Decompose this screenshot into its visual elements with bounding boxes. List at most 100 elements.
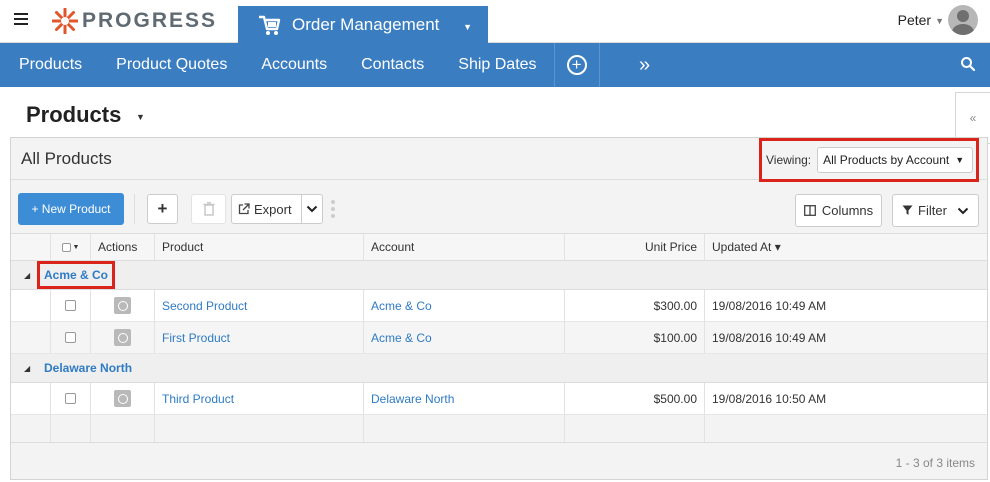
products-panel: All Products Viewing: All Products by Ac… — [10, 137, 988, 480]
row-actions[interactable] — [91, 290, 155, 321]
view-select[interactable]: All Products by Account ▼ — [817, 147, 974, 173]
row-spacer — [11, 383, 51, 414]
export-label: Export — [254, 201, 292, 217]
row-spacer — [11, 290, 51, 321]
unit-price-cell: $300.00 — [565, 290, 705, 321]
progress-star-icon — [52, 8, 78, 34]
nav-item-products[interactable]: Products — [0, 43, 99, 87]
column-header-product[interactable]: Product — [155, 234, 364, 260]
table-row[interactable]: Second Product Acme & Co $300.00 19/08/2… — [11, 290, 987, 322]
row-select[interactable] — [51, 290, 91, 321]
toolbar-divider — [134, 194, 135, 224]
new-product-button[interactable]: + New Product — [18, 193, 124, 225]
row-spacer — [364, 415, 565, 442]
account-link[interactable]: Acme & Co — [364, 290, 565, 321]
columns-icon — [803, 205, 816, 216]
items-count: 1 - 3 of 3 items — [895, 456, 975, 470]
nav-item-accounts[interactable]: Accounts — [244, 43, 344, 87]
row-spacer — [155, 415, 364, 442]
chevron-down-icon[interactable]: ▼ — [136, 112, 145, 122]
add-nav-button[interactable]: + — [555, 43, 599, 87]
column-header-unit-price[interactable]: Unit Price — [565, 234, 705, 260]
hamburger-menu-icon[interactable] — [14, 13, 28, 25]
chevron-down-icon[interactable]: ▼ — [73, 244, 80, 251]
select-all-header[interactable]: ▼ — [51, 234, 91, 260]
row-checkbox[interactable] — [65, 332, 76, 343]
select-all-checkbox[interactable] — [61, 242, 71, 252]
row-actions-icon[interactable] — [114, 390, 131, 407]
row-checkbox[interactable] — [65, 393, 76, 404]
group-highlight-box — [37, 261, 115, 289]
updated-at-cell: 19/08/2016 10:50 AM — [712, 391, 827, 406]
more-nav-icon[interactable]: » — [600, 54, 690, 77]
unit-price-cell: $500.00 — [565, 383, 705, 414]
viewing-selector-highlight: Viewing: All Products by Account ▼ — [759, 138, 979, 182]
column-header-actions: Actions — [91, 234, 155, 260]
plus-circle-icon: + — [566, 55, 587, 75]
row-actions-icon[interactable] — [114, 297, 131, 314]
row-spacer — [11, 322, 51, 353]
cart-icon — [259, 15, 281, 35]
product-link[interactable]: Third Product — [155, 383, 364, 414]
account-link[interactable]: Delaware North — [364, 383, 565, 414]
app-title: Order Management — [292, 14, 440, 34]
collapse-group-icon[interactable]: ◢ — [24, 364, 30, 373]
progress-logo: PROGRESS — [52, 8, 217, 34]
chevron-down-icon: ▼ — [955, 155, 965, 165]
account-link[interactable]: Acme & Co — [364, 322, 565, 353]
drag-handle-icon[interactable] — [331, 200, 335, 218]
chevron-down-icon[interactable] — [306, 205, 318, 213]
panel-header: All Products Viewing: All Products by Ac… — [11, 138, 987, 182]
export-button[interactable]: Export — [231, 194, 323, 224]
group-label[interactable]: Delaware North — [44, 361, 132, 375]
column-header-updated-at[interactable]: Updated At ▾ — [705, 234, 987, 260]
user-menu[interactable]: Peter ▼ — [898, 5, 978, 35]
viewing-label: Viewing: — [766, 153, 812, 167]
page-title[interactable]: Products — [26, 102, 121, 128]
grid-header: ▼ Actions Product Account Unit Price Upd… — [11, 233, 987, 261]
group-row[interactable]: ◢ Acme & Co — [11, 261, 987, 290]
main-nav: Products Product Quotes Accounts Contact… — [0, 43, 990, 87]
row-spacer — [11, 415, 51, 442]
top-bar: PROGRESS Order Management ▼ Peter ▼ — [0, 0, 990, 43]
product-link[interactable]: Second Product — [155, 290, 364, 321]
row-actions-icon[interactable] — [114, 329, 131, 346]
row-select[interactable] — [51, 383, 91, 414]
column-header-account[interactable]: Account — [364, 234, 565, 260]
row-spacer — [705, 415, 987, 442]
row-spacer — [51, 415, 91, 442]
columns-button[interactable]: Columns — [795, 194, 882, 227]
delete-button[interactable] — [191, 194, 226, 224]
new-product-label: + New Product — [31, 202, 111, 216]
table-row[interactable]: Third Product Delaware North $500.00 19/… — [11, 383, 987, 415]
expand-column-header — [11, 234, 51, 260]
row-select[interactable] — [51, 322, 91, 353]
app-switcher[interactable]: Order Management ▼ — [238, 6, 488, 43]
nav-item-contacts[interactable]: Contacts — [344, 43, 441, 87]
brand-name: PROGRESS — [82, 9, 218, 32]
plus-icon: + — [157, 199, 168, 218]
trash-icon — [203, 202, 214, 216]
product-link[interactable]: First Product — [155, 322, 364, 353]
row-actions[interactable] — [91, 322, 155, 353]
row-spacer — [91, 415, 155, 442]
view-title: All Products — [21, 149, 112, 168]
table-row[interactable]: First Product Acme & Co $100.00 19/08/20… — [11, 322, 987, 354]
split-divider — [301, 195, 302, 223]
search-icon[interactable] — [960, 56, 976, 72]
filter-button[interactable]: Filter — [892, 194, 979, 227]
row-checkbox[interactable] — [65, 300, 76, 311]
collapse-group-icon[interactable]: ◢ — [24, 271, 30, 280]
add-button[interactable]: + — [147, 194, 178, 224]
products-grid: ▼ Actions Product Account Unit Price Upd… — [11, 233, 987, 443]
filter-label: Filter — [918, 203, 947, 218]
group-row[interactable]: ◢ Delaware North — [11, 354, 987, 383]
avatar[interactable] — [948, 5, 978, 35]
updated-at-cell: 19/08/2016 10:49 AM — [712, 330, 827, 345]
chevron-down-icon: ▼ — [463, 22, 472, 32]
filter-icon — [902, 205, 913, 215]
row-actions[interactable] — [91, 383, 155, 414]
nav-item-ship-dates[interactable]: Ship Dates — [441, 43, 553, 87]
nav-item-product-quotes[interactable]: Product Quotes — [99, 43, 244, 87]
user-name: Peter — [897, 12, 932, 28]
